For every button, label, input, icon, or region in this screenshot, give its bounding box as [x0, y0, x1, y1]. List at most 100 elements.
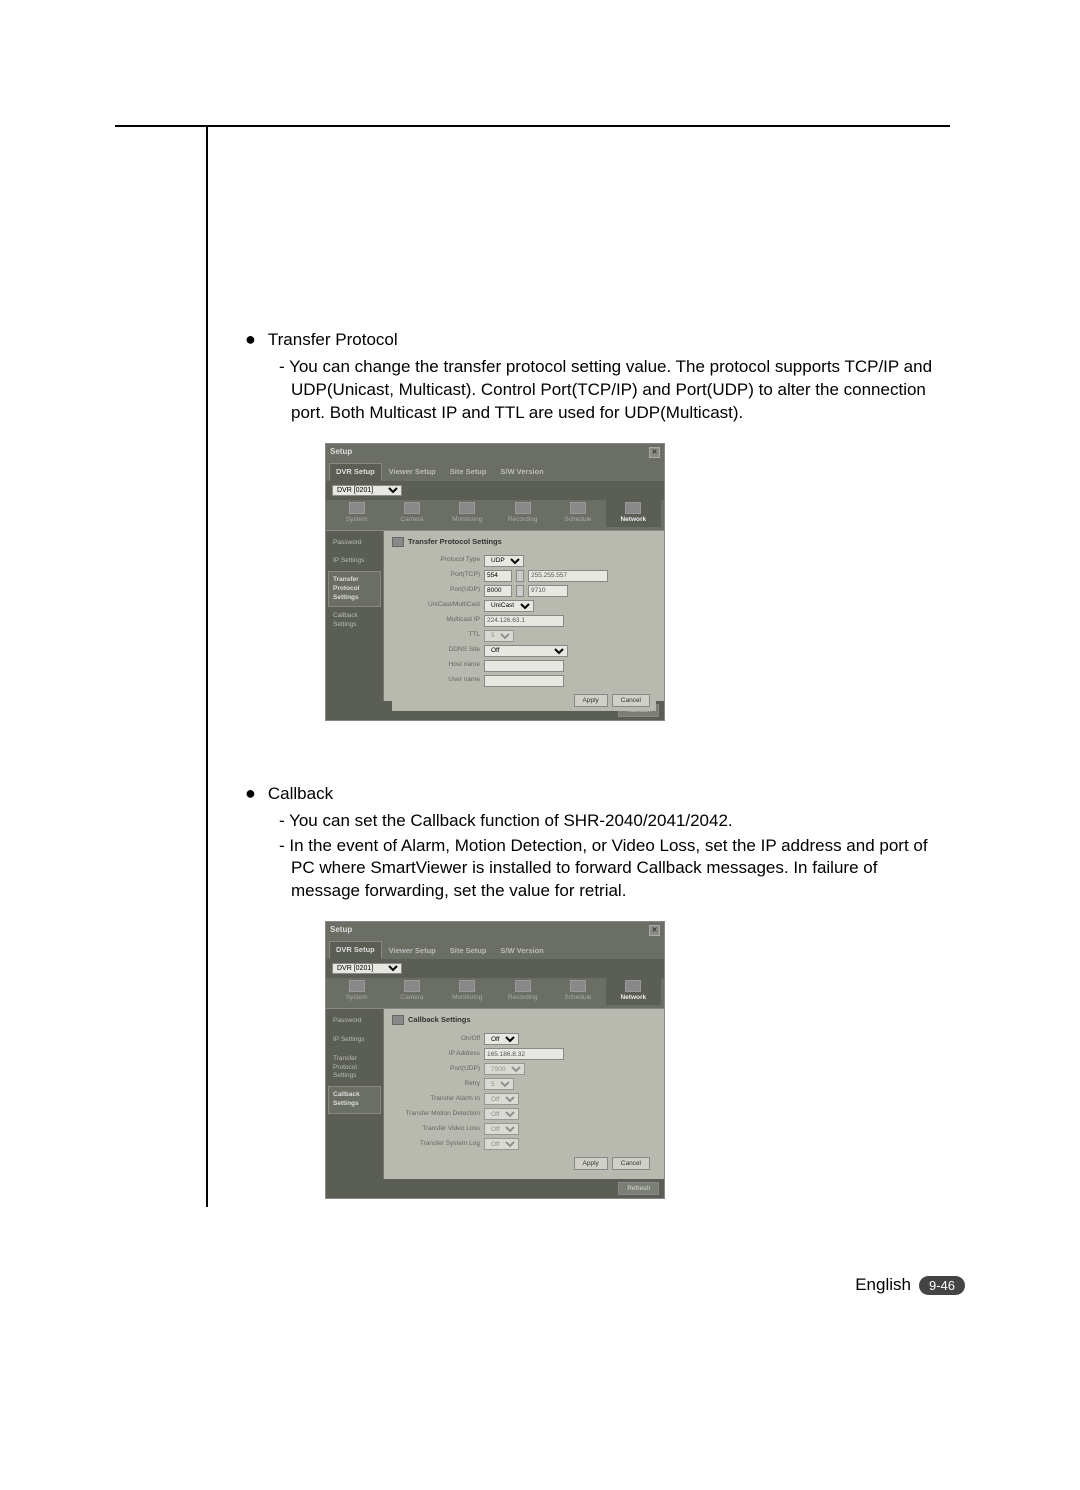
tab-label: DVR Setup — [336, 467, 375, 477]
tab-label: Site Setup — [450, 467, 487, 477]
syslog-select[interactable]: Off — [484, 1138, 519, 1150]
sidebar-item-callback[interactable]: Callback Settings — [328, 1086, 381, 1114]
schedule-icon — [570, 502, 586, 514]
panel-icon — [392, 537, 404, 547]
sidebar-item-callback[interactable]: Callback Settings — [328, 607, 381, 635]
alarm-select[interactable]: Off — [484, 1093, 519, 1105]
cat-recording[interactable]: Recording — [495, 978, 550, 1005]
onoff-select[interactable]: Off — [484, 1033, 519, 1045]
dialog-title-text: Setup — [330, 925, 352, 936]
row-ttl: TTL 5 — [392, 630, 656, 642]
port-select[interactable]: 7900 — [484, 1063, 525, 1075]
row-multicast-ip: Multicast IP — [392, 615, 656, 627]
cat-schedule[interactable]: Schedule — [550, 500, 605, 527]
vloss-select[interactable]: Off — [484, 1123, 519, 1135]
close-icon[interactable]: ✕ — [649, 925, 660, 936]
ip-input[interactable] — [484, 1048, 564, 1060]
desc-line: - You can change the transfer protocol s… — [279, 356, 945, 425]
dvr-selector-row: DVR [0201] — [326, 481, 664, 500]
protocol-type-select[interactable]: UDP — [484, 555, 524, 567]
category-icon-row: System Camera Monitoring Recording Sched… — [326, 500, 664, 531]
dialog-titlebar: Setup ✕ — [326, 922, 664, 939]
dvr-select[interactable]: DVR [0201] — [332, 485, 402, 496]
tab-sw-version[interactable]: S/W Version — [493, 463, 550, 481]
cat-system[interactable]: System — [329, 500, 384, 527]
port-tcp-extra — [528, 570, 608, 582]
camera-icon — [404, 980, 420, 992]
cat-network[interactable]: Network — [606, 978, 661, 1005]
icon-label: Recording — [508, 994, 538, 1001]
field-label: Port(TCP) — [392, 571, 480, 580]
tab-sw-version[interactable]: S/W Version — [493, 941, 550, 959]
cat-schedule[interactable]: Schedule — [550, 978, 605, 1005]
icon-label: System — [346, 516, 368, 523]
dialog-tabs: DVR Setup Viewer Setup Site Setup S/W Ve… — [326, 939, 664, 959]
tab-viewer-setup[interactable]: Viewer Setup — [382, 463, 443, 481]
field-label: User name — [392, 676, 480, 685]
cat-monitoring[interactable]: Monitoring — [440, 500, 495, 527]
motion-select[interactable]: Off — [484, 1108, 519, 1120]
tab-label: Viewer Setup — [389, 467, 436, 477]
ttl-select[interactable]: 5 — [484, 630, 514, 642]
tab-site-setup[interactable]: Site Setup — [443, 941, 494, 959]
system-icon — [349, 980, 365, 992]
network-icon — [625, 980, 641, 992]
cat-camera[interactable]: Camera — [384, 978, 439, 1005]
hostname-input[interactable] — [484, 660, 564, 672]
icon-label: Network — [620, 516, 646, 523]
cancel-button[interactable]: Cancel — [612, 1157, 650, 1170]
cat-system[interactable]: System — [329, 978, 384, 1005]
apply-button[interactable]: Apply — [574, 1157, 608, 1170]
tab-dvr-setup[interactable]: DVR Setup — [329, 463, 382, 481]
retry-select[interactable]: 5 — [484, 1078, 514, 1090]
username-input[interactable] — [484, 675, 564, 687]
sidebar-item-transfer[interactable]: Transfer Protocol Settings — [328, 571, 381, 607]
tab-dvr-setup[interactable]: DVR Setup — [329, 941, 382, 959]
port-udp-input[interactable] — [484, 585, 512, 597]
dialog-tabs: DVR Setup Viewer Setup Site Setup S/W Ve… — [326, 461, 664, 481]
ddns-select[interactable]: Off — [484, 645, 568, 657]
row-retry: Retry 5 — [392, 1078, 656, 1090]
port-tcp-input[interactable] — [484, 570, 512, 582]
dialog-body: Password IP Settings Transfer Protocol S… — [326, 1009, 664, 1179]
field-label: Transfer Video Loss — [392, 1125, 480, 1134]
row-username: User name — [392, 675, 656, 687]
row-ip: IP Address — [392, 1048, 656, 1060]
sidebar-item-password[interactable]: Password — [328, 1012, 381, 1031]
cat-network[interactable]: Network — [606, 500, 661, 527]
cat-recording[interactable]: Recording — [495, 500, 550, 527]
tab-site-setup[interactable]: Site Setup — [443, 463, 494, 481]
cat-monitoring[interactable]: Monitoring — [440, 978, 495, 1005]
cancel-button[interactable]: Cancel — [612, 694, 650, 707]
sidebar-item-transfer[interactable]: Transfer Protocol Settings — [328, 1050, 381, 1086]
section-title: Transfer Protocol — [268, 329, 398, 352]
field-label: DDNS Site — [392, 646, 480, 655]
field-label: Multicast IP — [392, 616, 480, 625]
multicast-ip-input[interactable] — [484, 615, 564, 627]
dialog-titlebar: Setup ✕ — [326, 444, 664, 461]
sidebar: Password IP Settings Transfer Protocol S… — [326, 531, 384, 701]
spinner-icon[interactable] — [516, 570, 524, 582]
row-port-udp: Port(UDP) — [392, 585, 656, 597]
sidebar-item-password[interactable]: Password — [328, 534, 381, 553]
row-onoff: On/Off Off — [392, 1033, 656, 1045]
refresh-button[interactable]: Refresh — [618, 1182, 659, 1195]
row-vloss: Transfer Video Loss Off — [392, 1123, 656, 1135]
dialog-footer: Apply Cancel — [392, 1153, 656, 1174]
close-icon[interactable]: ✕ — [649, 447, 660, 458]
sidebar-item-ip[interactable]: IP Settings — [328, 1031, 381, 1050]
recording-icon — [515, 980, 531, 992]
spinner-icon[interactable] — [516, 585, 524, 597]
panel-icon — [392, 1015, 404, 1025]
panel-title: Callback Settings — [408, 1015, 471, 1025]
sidebar-item-ip[interactable]: IP Settings — [328, 552, 381, 571]
dvr-select[interactable]: DVR [0201] — [332, 963, 402, 974]
tab-viewer-setup[interactable]: Viewer Setup — [382, 941, 443, 959]
row-alarm: Transfer Alarm In Off — [392, 1093, 656, 1105]
cat-camera[interactable]: Camera — [384, 500, 439, 527]
unicast-select[interactable]: UniCast — [484, 600, 534, 612]
row-port: Port(UDP) 7900 — [392, 1063, 656, 1075]
category-icon-row: System Camera Monitoring Recording Sched… — [326, 978, 664, 1009]
apply-button[interactable]: Apply — [574, 694, 608, 707]
panel-title-row: Callback Settings — [392, 1015, 656, 1025]
